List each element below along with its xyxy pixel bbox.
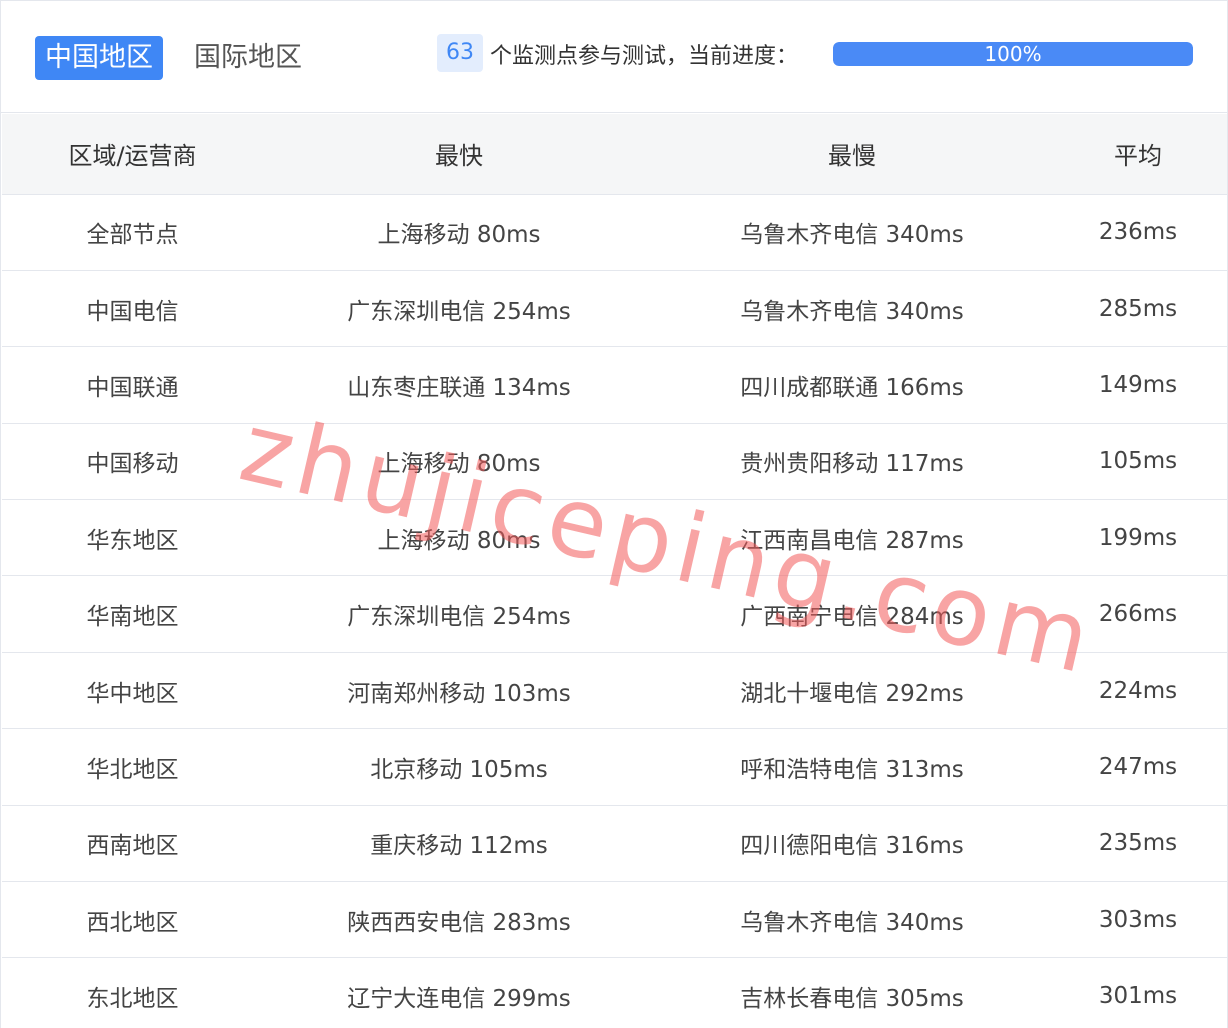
cell-average: 236ms (1049, 194, 1227, 271)
cell-slowest: 江西南昌电信 287ms (655, 499, 1049, 577)
table-row: 中国联通 山东枣庄联通 134ms 四川成都联通 166ms 149ms (2, 346, 1227, 424)
cell-fastest: 山东枣庄联通 134ms (263, 346, 655, 424)
table-row: 华中地区 河南郑州移动 103ms 湖北十堰电信 292ms 224ms (2, 652, 1227, 730)
cell-region: 中国电信 (2, 270, 263, 348)
cell-slowest: 四川德阳电信 316ms (655, 805, 1049, 883)
cell-region: 华南地区 (2, 575, 263, 653)
cell-average: 105ms (1049, 423, 1227, 501)
progress-bar: 100% (833, 42, 1193, 66)
column-header-fastest[interactable]: 最快 (263, 114, 655, 195)
tab-china-region[interactable]: 中国地区 (35, 36, 163, 80)
table-row: 全部节点 上海移动 80ms 乌鲁木齐电信 340ms 236ms (2, 194, 1227, 271)
progress-status-text: 个监测点参与测试，当前进度： (490, 44, 799, 69)
cell-average: 285ms (1049, 270, 1227, 348)
speed-test-panel: 中国地区 国际地区 63 个监测点参与测试，当前进度： 100% 区域/运营商 … (0, 0, 1228, 1028)
cell-average: 266ms (1049, 575, 1227, 653)
table-row: 东北地区 辽宁大连电信 299ms 吉林长春电信 305ms 301ms (2, 957, 1227, 1028)
cell-average: 224ms (1049, 652, 1227, 730)
cell-slowest: 乌鲁木齐电信 340ms (655, 270, 1049, 348)
cell-region: 华中地区 (2, 652, 263, 730)
cell-slowest: 广西南宁电信 284ms (655, 575, 1049, 653)
cell-fastest: 辽宁大连电信 299ms (263, 957, 655, 1028)
cell-region: 东北地区 (2, 957, 263, 1028)
table-header-row: 区域/运营商 最快 最慢 平均 (2, 114, 1227, 195)
cell-average: 301ms (1049, 957, 1227, 1028)
latency-table: 区域/运营商 最快 最慢 平均 全部节点 上海移动 80ms 乌鲁木齐电信 340m… (2, 114, 1227, 1028)
column-header-average[interactable]: 平均 (1049, 114, 1227, 195)
cell-slowest: 湖北十堰电信 292ms (655, 652, 1049, 730)
cell-region: 华北地区 (2, 728, 263, 806)
column-header-region[interactable]: 区域/运营商 (2, 114, 263, 195)
cell-slowest: 乌鲁木齐电信 340ms (655, 194, 1049, 271)
cell-slowest: 呼和浩特电信 313ms (655, 728, 1049, 806)
cell-region: 西南地区 (2, 805, 263, 883)
column-header-slowest[interactable]: 最慢 (655, 114, 1049, 195)
table-row: 华南地区 广东深圳电信 254ms 广西南宁电信 284ms 266ms (2, 575, 1227, 653)
table-row: 西北地区 陕西西安电信 283ms 乌鲁木齐电信 340ms 303ms (2, 881, 1227, 959)
cell-fastest: 重庆移动 112ms (263, 805, 655, 883)
cell-slowest: 贵州贵阳移动 117ms (655, 423, 1049, 501)
cell-slowest: 吉林长春电信 305ms (655, 957, 1049, 1028)
cell-fastest: 河南郑州移动 103ms (263, 652, 655, 730)
cell-average: 303ms (1049, 881, 1227, 959)
table-body: 全部节点 上海移动 80ms 乌鲁木齐电信 340ms 236ms 中国电信 广东深圳电… (2, 194, 1227, 1028)
cell-region: 西北地区 (2, 881, 263, 959)
progress-percent-label: 100% (984, 42, 1042, 66)
table-row: 华东地区 上海移动 80ms 江西南昌电信 287ms 199ms (2, 499, 1227, 577)
cell-fastest: 上海移动 80ms (263, 499, 655, 577)
cell-fastest: 上海移动 80ms (263, 194, 655, 271)
cell-fastest: 陕西西安电信 283ms (263, 881, 655, 959)
monitor-count-badge: 63 (437, 34, 483, 72)
cell-fastest: 广东深圳电信 254ms (263, 270, 655, 348)
cell-average: 247ms (1049, 728, 1227, 806)
region-toolbar: 中国地区 国际地区 63 个监测点参与测试，当前进度： 100% (1, 1, 1228, 113)
table-row: 中国电信 广东深圳电信 254ms 乌鲁木齐电信 340ms 285ms (2, 270, 1227, 348)
cell-region: 全部节点 (2, 194, 263, 271)
cell-fastest: 北京移动 105ms (263, 728, 655, 806)
table-header: 区域/运营商 最快 最慢 平均 (2, 114, 1227, 195)
cell-fastest: 上海移动 80ms (263, 423, 655, 501)
cell-region: 华东地区 (2, 499, 263, 577)
cell-slowest: 乌鲁木齐电信 340ms (655, 881, 1049, 959)
cell-average: 149ms (1049, 346, 1227, 424)
cell-average: 235ms (1049, 805, 1227, 883)
cell-fastest: 广东深圳电信 254ms (263, 575, 655, 653)
cell-average: 199ms (1049, 499, 1227, 577)
tab-international-region[interactable]: 国际地区 (184, 36, 312, 80)
table-row: 西南地区 重庆移动 112ms 四川德阳电信 316ms 235ms (2, 805, 1227, 883)
table-row: 华北地区 北京移动 105ms 呼和浩特电信 313ms 247ms (2, 728, 1227, 806)
table-row: 中国移动 上海移动 80ms 贵州贵阳移动 117ms 105ms (2, 423, 1227, 501)
cell-slowest: 四川成都联通 166ms (655, 346, 1049, 424)
cell-region: 中国移动 (2, 423, 263, 501)
cell-region: 中国联通 (2, 346, 263, 424)
